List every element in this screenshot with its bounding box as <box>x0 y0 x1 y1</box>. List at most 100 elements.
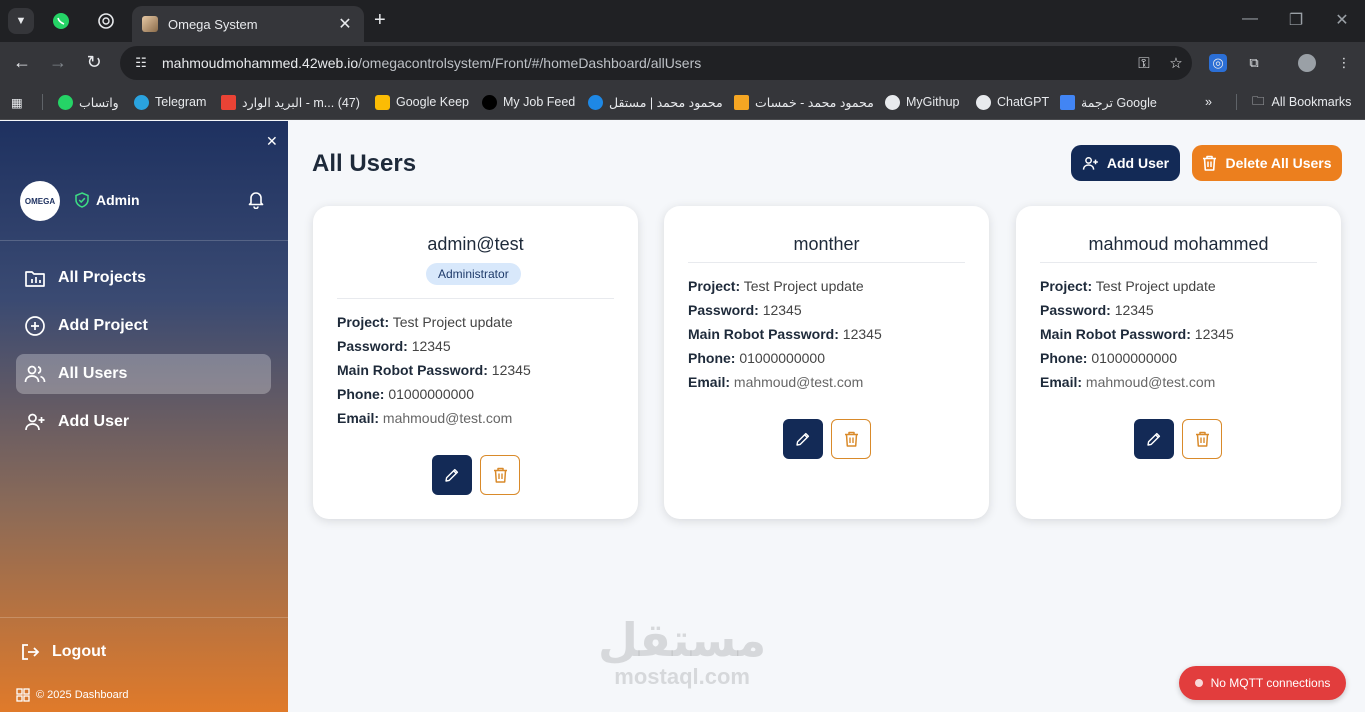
delete-user-button[interactable] <box>831 419 871 459</box>
telegram-icon <box>134 94 149 110</box>
all-bookmarks-folder[interactable]: 🗀 All Bookmarks <box>1252 93 1351 111</box>
bookmark-whatsapp[interactable]: واتساب <box>58 93 119 111</box>
sidebar-item-label: Add Project <box>58 317 148 334</box>
site-settings-icon[interactable]: ☷ <box>126 55 156 71</box>
folder-icon: 🗀 <box>1252 93 1265 108</box>
robot-password-value: 12345 <box>491 362 531 378</box>
logout-icon <box>22 644 40 660</box>
project-value: Test Project update <box>1095 278 1216 294</box>
sidebar-item-add-user[interactable]: Add User <box>16 402 271 442</box>
chatgpt-pinned-tab[interactable] <box>95 10 117 32</box>
sidebar-item-all-projects[interactable]: All Projects <box>16 258 271 298</box>
bookmark-label: Telegram <box>155 95 207 109</box>
sidebar-item-add-project[interactable]: Add Project <box>16 306 271 346</box>
password-key-icon[interactable]: ⚿ <box>1128 55 1160 72</box>
logout-label: Logout <box>52 643 107 660</box>
minimize-icon[interactable]: — <box>1238 10 1262 28</box>
user-card: admin@test Administrator Project: Test P… <box>313 206 638 519</box>
copyright-text: © 2025 Dashboard <box>36 689 129 701</box>
bookmark-google-translate[interactable]: ترجمة Google <box>1060 93 1157 111</box>
logout-button[interactable]: Logout <box>20 642 106 662</box>
bookmark-telegram[interactable]: Telegram <box>134 93 206 111</box>
browser-menu-icon[interactable]: ⋮ <box>1335 54 1353 72</box>
field-label: Project: <box>688 278 741 294</box>
window-close-icon[interactable]: ✕ <box>1330 10 1354 30</box>
edit-user-button[interactable] <box>1134 419 1174 459</box>
bookmark-label: البريد الوارد - m... (47) <box>242 95 360 110</box>
bookmark-label: محمود محمد | مستقل <box>609 95 723 110</box>
address-bar[interactable]: ☷ mahmoudmohammed.42web.io/omegacontrols… <box>120 46 1192 80</box>
bookmark-job-feed[interactable]: My Job Feed <box>482 93 575 111</box>
robot-password-value: 12345 <box>842 326 882 342</box>
bookmark-star-icon[interactable]: ☆ <box>1160 54 1192 72</box>
chatgpt-icon <box>98 13 114 29</box>
pencil-icon <box>1147 432 1161 446</box>
robot-password-field: Main Robot Password: 12345 <box>688 326 882 342</box>
status-dot-icon <box>1194 679 1203 687</box>
field-label: Project: <box>337 314 390 330</box>
delete-all-label: Delete All Users <box>1225 155 1332 171</box>
bookmark-github[interactable]: MyGithup <box>885 93 960 111</box>
tab-close-icon[interactable]: ✕ <box>336 14 354 34</box>
sidebar-item-all-users[interactable]: All Users <box>16 354 271 394</box>
bookmark-mostaql[interactable]: محمود محمد | مستقل <box>588 93 723 111</box>
whatsapp-pinned-tab[interactable] <box>50 10 72 32</box>
add-user-button[interactable]: Add User <box>1071 145 1180 181</box>
edit-user-button[interactable] <box>432 455 472 495</box>
user-name: mahmoud mohammed <box>1088 234 1269 254</box>
bookmark-gmail[interactable]: البريد الوارد - m... (47) <box>221 93 360 111</box>
trash-icon <box>493 467 507 483</box>
dashboard-grid-icon <box>16 688 30 702</box>
bookmark-chatgpt[interactable]: ChatGPT <box>976 93 1049 111</box>
password-field: Password: 12345 <box>688 302 802 318</box>
bookmarks-divider <box>42 94 43 110</box>
field-label: Phone: <box>337 386 385 402</box>
field-label: Password: <box>337 338 408 354</box>
user-plus-icon <box>25 413 45 431</box>
password-field: Password: 12345 <box>337 338 451 354</box>
edit-user-button[interactable] <box>783 419 823 459</box>
extensions-puzzle-icon[interactable]: ⧉ <box>1245 54 1263 72</box>
delete-user-button[interactable] <box>1182 419 1222 459</box>
shield-check-icon <box>75 192 89 208</box>
extension-icon[interactable]: ◎ <box>1209 54 1227 72</box>
active-tab[interactable]: Omega System ✕ <box>132 6 364 42</box>
url-path: /omegacontrolsystem/Front/#/homeDashboar… <box>358 55 702 71</box>
url-domain: mahmoudmohammed.42web.io <box>162 55 359 71</box>
notifications-bell-icon[interactable] <box>246 189 266 214</box>
tab-search-chevron-icon[interactable]: ▼ <box>8 8 34 34</box>
bookmark-google-keep[interactable]: Google Keep <box>375 93 469 111</box>
forward-arrow-icon[interactable]: → <box>47 52 69 73</box>
email-field: Email: mahmoud@test.com <box>688 374 863 390</box>
field-label: Email: <box>1040 374 1083 390</box>
card-divider <box>688 262 965 263</box>
folder-chart-icon <box>25 271 45 287</box>
apps-grid-icon[interactable]: ▦ <box>11 93 23 111</box>
add-user-label: Add User <box>1106 155 1170 171</box>
project-field: Project: Test Project update <box>1040 278 1216 294</box>
mostaql-icon <box>588 94 603 110</box>
mqtt-status-toast[interactable]: No MQTT connections <box>1179 666 1346 700</box>
robot-password-field: Main Robot Password: 12345 <box>1040 326 1234 342</box>
delete-all-users-button[interactable]: Delete All Users <box>1192 145 1342 181</box>
delete-user-button[interactable] <box>480 455 520 495</box>
sidebar: ✕ OMEGA Admin All Projects Add Project A… <box>0 121 288 712</box>
user-role: Admin <box>74 192 140 208</box>
whatsapp-icon <box>53 13 69 29</box>
reload-icon[interactable]: ↻ <box>83 52 105 73</box>
profile-avatar-icon[interactable] <box>1298 54 1316 72</box>
bookmark-khamsat[interactable]: محمود محمد - خمسات <box>734 93 874 111</box>
restore-icon[interactable]: ❐ <box>1284 10 1308 30</box>
bookmark-label: ترجمة Google <box>1081 95 1157 110</box>
new-tab-plus-icon[interactable]: + <box>374 9 386 32</box>
back-arrow-icon[interactable]: ← <box>11 52 33 73</box>
phone-value: 01000000000 <box>739 350 825 366</box>
chatgpt-icon <box>976 94 991 110</box>
url-text[interactable]: mahmoudmohammed.42web.io/omegacontrolsys… <box>162 55 1128 71</box>
browser-tab-bar: ▼ Omega System ✕ + — ❐ ✕ <box>0 0 1365 42</box>
more-bookmarks-chevron-icon[interactable]: » <box>1205 93 1212 111</box>
sidebar-item-label: All Users <box>58 365 128 382</box>
khamsat-icon <box>734 94 749 110</box>
sidebar-close-icon[interactable]: ✕ <box>266 133 278 150</box>
bookmark-label: ChatGPT <box>997 95 1050 109</box>
